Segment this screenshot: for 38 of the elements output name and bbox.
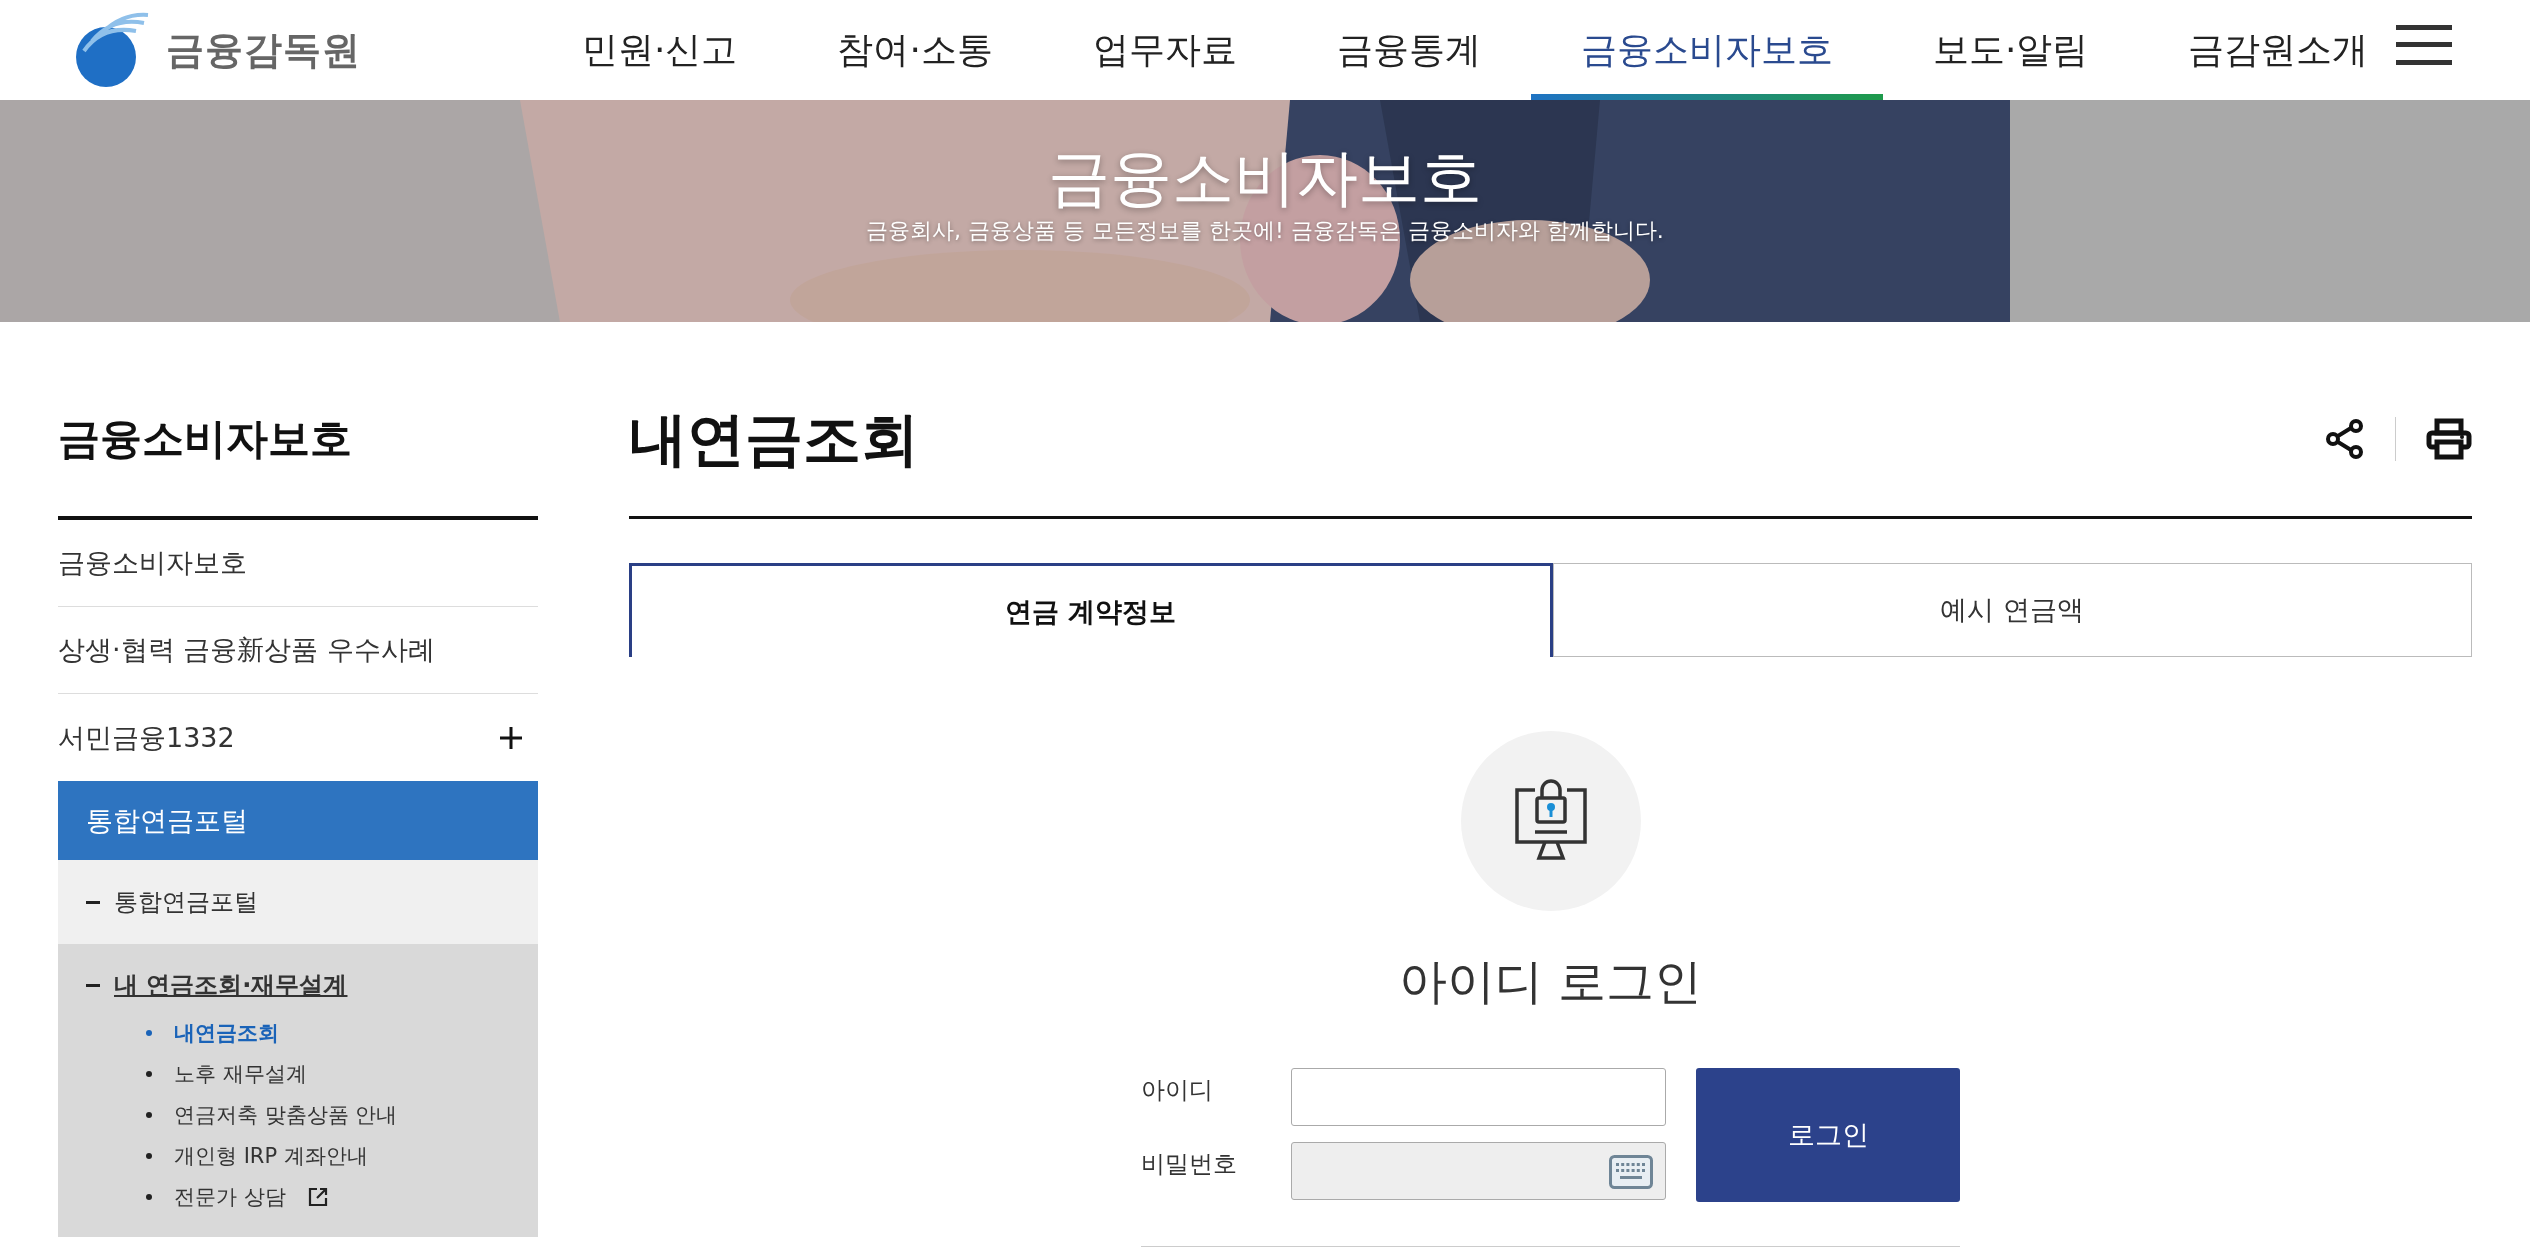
sidebar-subitem[interactable]: 통합연금포털 [58, 860, 538, 944]
sidebar-link[interactable]: 노후 재무설계 [174, 1059, 307, 1088]
sidebar-subitem[interactable]: 내 연금조회·재무설계 내연금조회 노후 재무설계 연금저축 맞춤상품 안내 개인형 IRP 계좌안내 전문가 상담 [58, 944, 538, 1237]
sidebar-link[interactable]: 전문가 상담 [174, 1182, 286, 1211]
nav-item[interactable]: 금융통계 [1286, 0, 1531, 100]
sidebar-link[interactable]: 연금저축 맞춤상품 안내 [174, 1100, 398, 1129]
menu-icon[interactable] [2396, 25, 2452, 65]
sidebar-title: 금융소비자보호 [58, 322, 538, 520]
nav-item[interactable]: 민원·신고 [532, 0, 788, 100]
tab[interactable]: 연금 계약정보 [629, 563, 1553, 657]
login-button[interactable]: 로그인 [1696, 1068, 1960, 1202]
login-title: 아이디 로그인 [1398, 952, 1703, 1011]
bullet-icon [146, 1070, 152, 1077]
field-label: 비밀번호 [1141, 1149, 1238, 1180]
sidebar-link[interactable]: 내연금조회 [174, 1018, 279, 1047]
page-title: 내연금조회 [629, 404, 919, 474]
sidebar-item[interactable]: 상생·협력 금융新상품 우수사례 [58, 607, 538, 694]
sidebar-item[interactable]: 금융소비자보호 [58, 520, 538, 607]
share-icon[interactable] [2325, 418, 2365, 460]
sidebar-link[interactable]: 개인형 IRP 계좌안내 [174, 1141, 368, 1170]
external-link-icon[interactable] [307, 1186, 328, 1207]
print-icon[interactable] [2426, 418, 2472, 460]
logo-text[interactable]: 금융감독원 [166, 24, 361, 76]
nav-item[interactable]: 금감원소개 [2138, 0, 2419, 100]
nav-item[interactable]: 업무자료 [1042, 0, 1287, 100]
field-label: 아이디 [1141, 1075, 1214, 1106]
id-field[interactable] [1291, 1068, 1666, 1126]
sidebar-section[interactable]: 통합연금포털 [58, 781, 538, 860]
bullet-icon [146, 1029, 152, 1036]
bullet-icon [146, 1111, 152, 1118]
bullet-icon [146, 1152, 152, 1159]
tab[interactable]: 예시 연금액 [1552, 563, 2472, 657]
nav-item[interactable]: 참여·소통 [787, 0, 1043, 100]
bullet-icon [146, 1193, 152, 1200]
sidebar-subitem-label[interactable]: 내 연금조회·재무설계 [114, 969, 348, 1001]
sidebar-item[interactable]: 서민금융1332 [58, 719, 235, 756]
nav-item[interactable]: 보도·알림 [1882, 0, 2139, 100]
plus-icon[interactable] [500, 726, 522, 749]
